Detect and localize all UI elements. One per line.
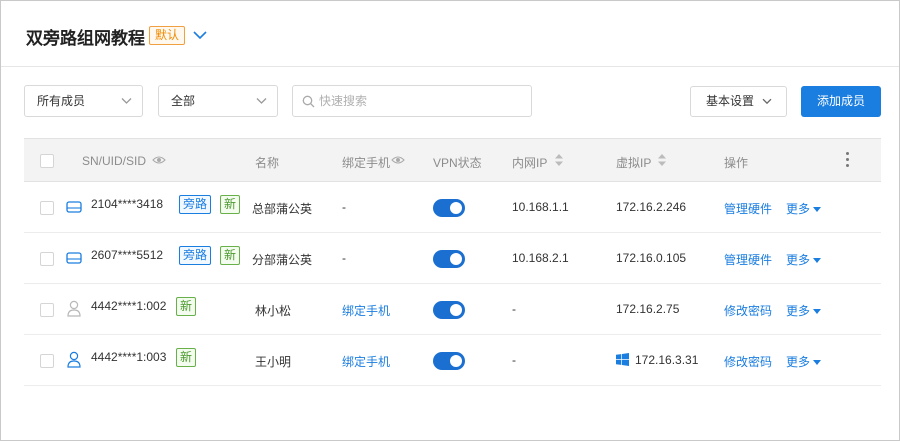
lan-ip: 10.168.1.1 [512,200,569,214]
default-badge: 默认 [149,26,186,45]
device-id: 2104****3418 [91,197,164,211]
select-all-checkbox[interactable] [40,154,54,168]
router-icon [66,252,82,264]
chevron-down-icon[interactable] [191,27,209,43]
more-menu[interactable]: 更多 [786,302,822,319]
vpn-toggle[interactable] [433,352,465,370]
page-title: 双旁路组网教程 [26,29,145,48]
change-password-link[interactable]: 修改密码 [724,302,772,319]
member-id: 4442****1:003 [91,350,167,364]
more-menu[interactable]: 更多 [786,353,822,370]
member-name: 林小松 [255,304,292,318]
router-icon [66,201,82,213]
bypass-tag: 旁路 [179,195,212,214]
phone-value: - [342,251,346,265]
app-frame: 双旁路组网教程 默认 所有成员 全部 基本设置 添加成员 SN/UID/SID … [0,0,900,441]
column-action: 操作 [724,156,749,170]
virtual-ip: 172.16.2.75 [616,302,680,316]
status-filter-select[interactable]: 全部 [158,85,278,117]
manage-hardware-link[interactable]: 管理硬件 [724,200,772,217]
virtual-ip: 172.16.0.105 [616,251,687,265]
page-header: 双旁路组网教程 默认 [1,1,899,67]
vpn-toggle[interactable] [433,250,465,268]
column-virtual-ip: 虚拟IP [616,156,652,170]
vpn-toggle[interactable] [433,199,465,217]
more-label: 更多 [786,202,811,216]
row-checkbox[interactable] [40,303,54,317]
basic-settings-label: 基本设置 [706,94,755,108]
more-label: 更多 [786,253,811,267]
bind-phone-link[interactable]: 绑定手机 [342,353,390,370]
new-tag: 新 [176,297,197,316]
lan-ip: - [512,353,516,367]
table-row: 4442****1:002 新 林小松 绑定手机 - 172.16.2.75 修… [24,284,881,335]
lan-ip: - [512,302,516,316]
new-tag: 新 [176,348,197,367]
more-label: 更多 [786,304,811,318]
eye-icon[interactable] [391,155,405,165]
row-checkbox[interactable] [40,252,54,266]
manage-hardware-link[interactable]: 管理硬件 [724,251,772,268]
bind-phone-link[interactable]: 绑定手机 [342,302,390,319]
chevron-down-icon [256,98,267,104]
column-sn: SN/UID/SID [82,154,147,168]
table-row: 2607****5512 旁路 新 分部蒲公英 - 10.168.2.1 172… [24,233,881,284]
virtual-ip: 172.16.2.246 [616,200,687,214]
device-id: 2607****5512 [91,248,164,262]
search-input[interactable] [319,92,519,110]
chevron-down-icon [762,98,772,105]
column-options-icon[interactable] [846,152,850,168]
table-row: 4442****1:003 新 王小明 绑定手机 - 172.16.3.31 修… [24,335,881,386]
member-name: 王小明 [255,355,292,369]
caret-down-icon [813,207,822,212]
basic-settings-button[interactable]: 基本设置 [690,86,787,117]
chevron-down-icon [121,98,132,104]
new-tag: 新 [220,195,241,214]
column-vpn: VPN状态 [433,156,482,170]
column-lan-ip: 内网IP [512,156,548,170]
add-member-button[interactable]: 添加成员 [801,86,881,117]
caret-down-icon [813,258,822,263]
member-name: 分部蒲公英 [252,253,313,267]
vpn-toggle[interactable] [433,301,465,319]
status-filter-value: 全部 [171,94,196,108]
column-phone: 绑定手机 [342,156,391,170]
phone-value: - [342,200,346,214]
bypass-tag: 旁路 [179,246,212,265]
column-name: 名称 [255,156,280,170]
search-box [292,85,532,117]
lan-ip: 10.168.2.1 [512,251,569,265]
more-menu[interactable]: 更多 [786,251,822,268]
search-icon [302,95,315,108]
windows-icon [616,353,629,366]
row-checkbox[interactable] [40,201,54,215]
new-tag: 新 [220,246,241,265]
sort-icon[interactable] [657,153,667,167]
user-icon [67,351,81,368]
user-icon [67,300,81,317]
member-name: 总部蒲公英 [252,202,313,216]
member-id: 4442****1:002 [91,299,167,313]
sort-icon[interactable] [554,153,564,167]
caret-down-icon [813,360,822,365]
change-password-link[interactable]: 修改密码 [724,353,772,370]
table-header: SN/UID/SID 名称 绑定手机 VPN状态 内网IP 虚拟IP 操作 [24,138,881,182]
more-menu[interactable]: 更多 [786,200,822,217]
caret-down-icon [813,309,822,314]
member-filter-value: 所有成员 [37,94,86,108]
member-filter-select[interactable]: 所有成员 [24,85,143,117]
table-row: 2104****3418 旁路 新 总部蒲公英 - 10.168.1.1 172… [24,182,881,233]
row-checkbox[interactable] [40,354,54,368]
eye-icon[interactable] [152,155,166,165]
virtual-ip: 172.16.3.31 [635,353,699,367]
more-label: 更多 [786,355,811,369]
